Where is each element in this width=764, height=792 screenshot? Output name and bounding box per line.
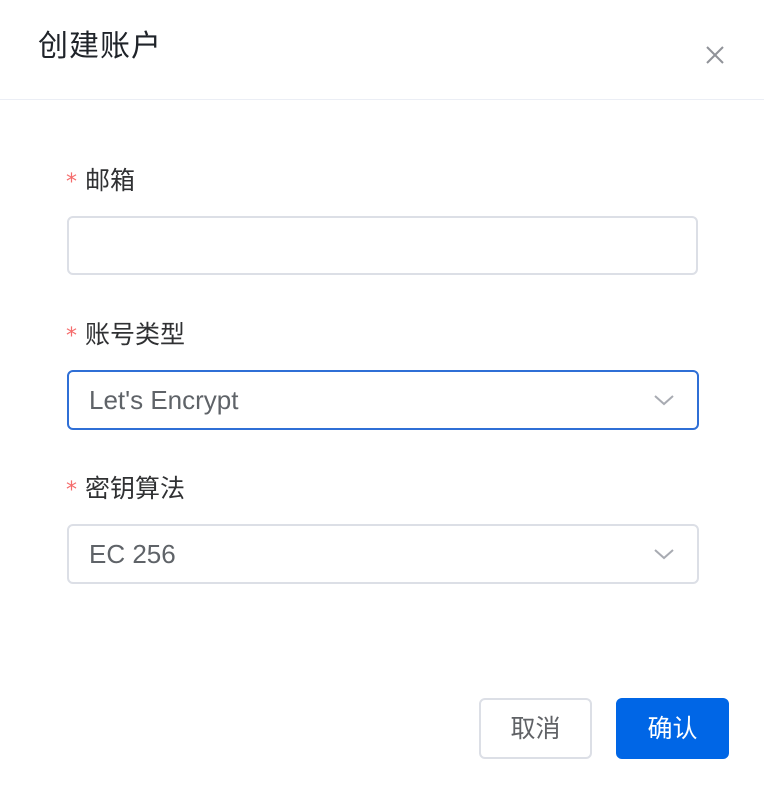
form-item-account-type: * 账号类型 Let's Encrypt xyxy=(66,314,700,434)
required-mark: * xyxy=(66,324,77,349)
chevron-down-icon xyxy=(653,546,675,562)
chevron-down-icon xyxy=(653,392,675,408)
confirm-button[interactable]: 确认 xyxy=(616,698,729,759)
email-label: * 邮箱 xyxy=(66,164,135,200)
required-mark: * xyxy=(66,478,77,503)
create-account-dialog: 创建账户 * 邮箱 * 账号类型 Let's Encrypt * 密钥算法 EC… xyxy=(0,0,764,792)
key-algorithm-label-text: 密钥算法 xyxy=(85,474,186,503)
cancel-button[interactable]: 取消 xyxy=(479,698,592,759)
close-button[interactable] xyxy=(700,40,730,70)
account-type-select[interactable]: Let's Encrypt xyxy=(67,370,699,430)
account-type-label-text: 账号类型 xyxy=(85,320,186,349)
close-icon xyxy=(706,46,724,64)
required-mark: * xyxy=(66,170,77,195)
key-algorithm-select[interactable]: EC 256 xyxy=(67,524,699,584)
account-type-value: Let's Encrypt xyxy=(89,385,239,415)
form-item-email: * 邮箱 xyxy=(66,160,700,280)
account-type-label: * 账号类型 xyxy=(66,318,185,354)
dialog-header: 创建账户 xyxy=(0,0,764,100)
key-algorithm-value: EC 256 xyxy=(89,539,176,569)
key-algorithm-label: * 密钥算法 xyxy=(66,472,185,508)
dialog-title: 创建账户 xyxy=(38,29,162,64)
email-input[interactable] xyxy=(67,216,698,275)
email-label-text: 邮箱 xyxy=(85,166,136,195)
form-item-key-algorithm: * 密钥算法 EC 256 xyxy=(66,468,700,588)
